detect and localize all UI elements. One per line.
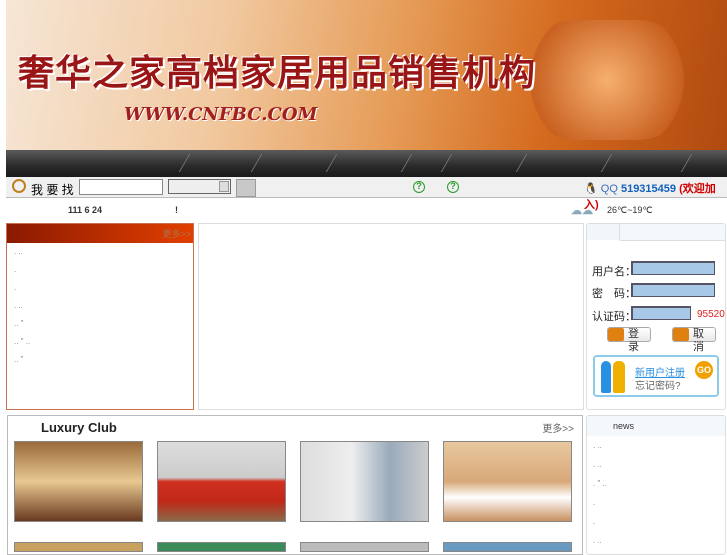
- handshake-image: [517, 20, 697, 140]
- news-item[interactable]: . ..: [587, 531, 725, 550]
- captcha-input[interactable]: [631, 306, 691, 320]
- product-image[interactable]: [14, 542, 143, 552]
- news-title: news: [587, 416, 725, 436]
- search-button[interactable]: [236, 179, 256, 197]
- captcha-label: 认证码：: [592, 311, 636, 323]
- search-label: 我 要 找: [31, 183, 74, 197]
- qq-label: QQ: [600, 183, 618, 195]
- cancel-button-label: 取消: [693, 328, 707, 353]
- search-input[interactable]: [79, 179, 163, 195]
- key-icon: [608, 328, 624, 341]
- product-image[interactable]: [300, 441, 429, 522]
- more-link[interactable]: 更多>>: [162, 227, 191, 240]
- captcha-code: 95520: [697, 309, 725, 320]
- list-item[interactable]: .. " ..: [7, 333, 193, 351]
- help-icon[interactable]: ?: [447, 181, 459, 193]
- password-input[interactable]: [631, 283, 715, 297]
- password-label: 密 码：: [592, 288, 636, 300]
- header-banner: 奢华之家高档家居用品销售机构 WWW.CNFBC.COM: [6, 0, 727, 150]
- key-icon: [673, 328, 689, 341]
- qq-icon: 🐧: [584, 183, 598, 195]
- notice-panel: 更多>> . .. . . . .. .. " .. " .. .. ": [6, 223, 194, 410]
- list-item[interactable]: .. ": [7, 351, 193, 369]
- nav-bar: [6, 150, 727, 177]
- news-item[interactable]: . ..: [587, 436, 725, 455]
- date-text: 111 6 24: [68, 205, 103, 215]
- news-item[interactable]: . ..: [587, 455, 725, 474]
- product-image[interactable]: [300, 542, 429, 552]
- username-input[interactable]: [631, 261, 715, 275]
- product-image[interactable]: [157, 542, 286, 552]
- list-item[interactable]: .: [7, 261, 193, 279]
- register-banner[interactable]: 新用户注册 忘记密码? GO: [593, 355, 719, 397]
- news-item[interactable]: .: [587, 493, 725, 512]
- tab-bar: [620, 224, 725, 241]
- female-user-icon: [613, 361, 625, 393]
- login-panel: 用户名： 密 码： 认证码： 95520 登录 取消 新用户注册 忘记密码? G…: [586, 223, 726, 410]
- go-button[interactable]: GO: [695, 361, 713, 379]
- search-bar: 我 要 找 ? ? 🐧 QQ 519315459 (欢迎加入): [6, 177, 727, 211]
- news-panel: news . .. . .. . " .. . . . ..: [586, 415, 726, 555]
- center-panel: [198, 223, 584, 410]
- greeting-text: !: [175, 205, 178, 215]
- male-user-icon: [601, 361, 611, 393]
- login-button-label: 登录: [628, 328, 642, 353]
- weather-icon: ☁☁: [571, 205, 593, 217]
- qq-number: 519315459: [620, 183, 677, 195]
- username-label: 用户名：: [592, 266, 636, 278]
- forgot-password-link[interactable]: 忘记密码?: [635, 377, 681, 392]
- chevron-down-icon: [219, 181, 229, 192]
- help-icon[interactable]: ?: [413, 181, 425, 193]
- info-row: 111 6 24 ! ☁☁ 26℃~19℃: [0, 200, 727, 220]
- news-item[interactable]: . " ..: [587, 474, 725, 493]
- product-image[interactable]: [443, 542, 572, 552]
- list-item[interactable]: .. ": [7, 315, 193, 333]
- product-image[interactable]: [443, 441, 572, 522]
- login-tab[interactable]: [587, 224, 620, 241]
- category-select[interactable]: [168, 179, 231, 194]
- weather-text: 26℃~19℃: [607, 205, 653, 215]
- list-item[interactable]: . ..: [7, 297, 193, 315]
- luxury-club-panel: Luxury Club 更多>>: [7, 415, 583, 555]
- list-item[interactable]: . ..: [7, 243, 193, 261]
- search-icon: [12, 179, 26, 193]
- site-title: 奢华之家高档家居用品销售机构: [18, 53, 537, 94]
- list-item[interactable]: .: [7, 279, 193, 297]
- cancel-button[interactable]: 取消: [672, 327, 716, 353]
- product-image[interactable]: [14, 441, 143, 522]
- news-item[interactable]: .: [587, 512, 725, 531]
- login-button[interactable]: 登录: [607, 327, 651, 353]
- product-image[interactable]: [157, 441, 286, 522]
- site-url: WWW.CNFBC.COM: [124, 104, 318, 125]
- more-link[interactable]: 更多>>: [542, 420, 574, 435]
- section-title: Luxury Club: [41, 420, 117, 435]
